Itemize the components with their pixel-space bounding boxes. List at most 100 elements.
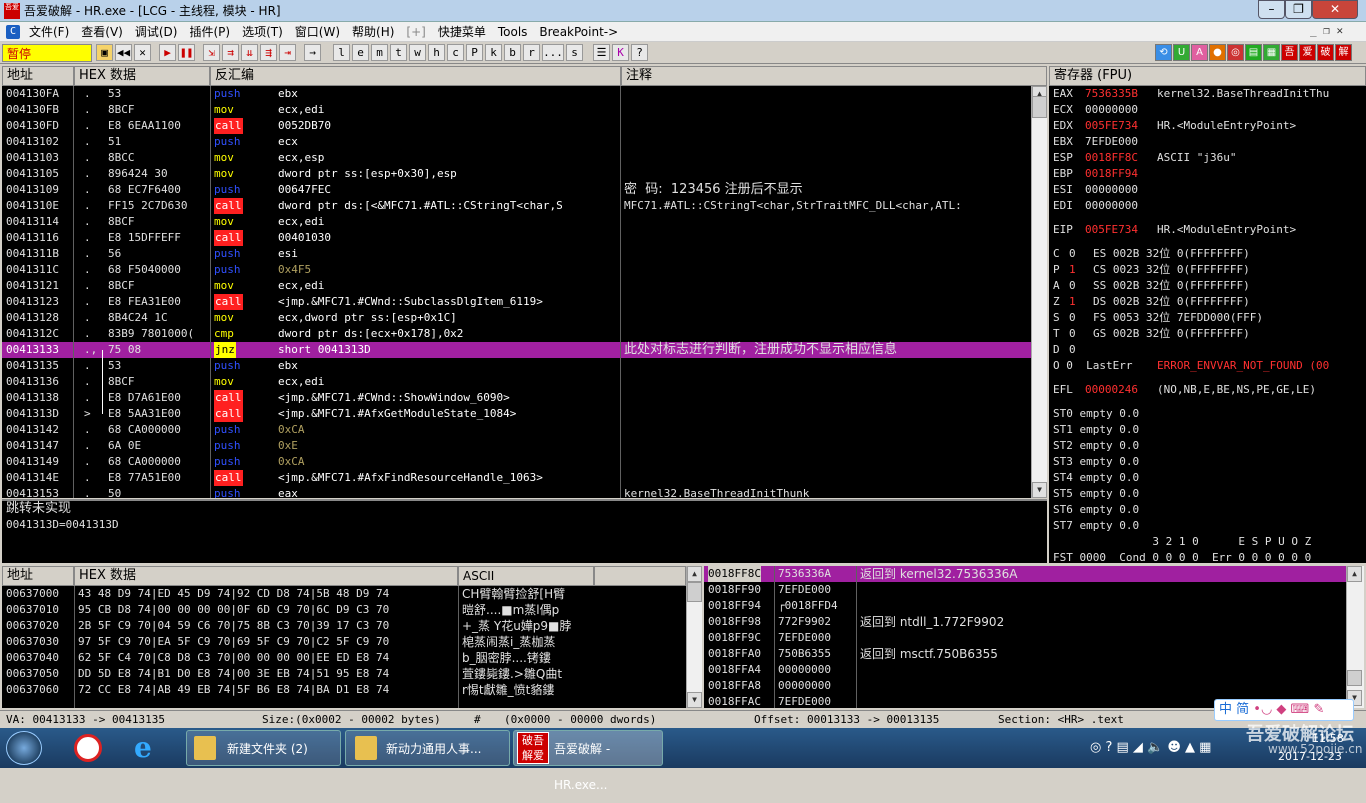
dump-scroll-up-icon[interactable]: ▲ [687,566,702,582]
maximize-button[interactable]: ❐ [1285,0,1312,19]
dump-header-ascii[interactable]: ASCII [458,566,594,586]
disasm-row[interactable]: 004130FD. E8 6EAA1100 call 0052DB70 [2,118,1031,134]
plugin-wu-button[interactable]: 吾 [1281,44,1298,61]
disasm-row[interactable]: 0041313D > E8 5AA31E00 call <jmp.&MFC71.#Afx… [2,406,1031,422]
goto-icon[interactable]: → [304,44,321,61]
disasm-row[interactable]: 0041311C. 68 F5040000 push 0x4F5 [2,262,1031,278]
fpu-st-row[interactable]: ST0 empty 0.0 [1049,406,1366,422]
fpu-st-row[interactable]: ST6 empty 0.0 [1049,502,1366,518]
flag-row[interactable]: C 0 ES 002B 32位 0(FFFFFFFF) [1049,246,1366,262]
plugin-jie-button[interactable]: 解 [1335,44,1352,61]
stack-row[interactable]: 0018FF8C 7536336A 返回到 kernel32.7536336A [704,566,1346,582]
dump-scrollbar[interactable]: ▲ ▼ [686,566,702,708]
disasm-row[interactable]: 0041314E. E8 77A51E00 call <jmp.&MFC71.#Afx… [2,470,1031,486]
menu-window[interactable]: 窗口(W) [289,23,346,40]
view-e-button[interactable]: e [352,44,369,61]
dump-row[interactable]: 00637050 DD 5D E8 74|B1 D0 E8 74|00 3E EB… [2,666,686,682]
plugin-po-button[interactable]: 破 [1317,44,1334,61]
disasm-row[interactable]: 0041310E. FF15 2C7D630 call dword ptr ds:[<… [2,198,1031,214]
disasm-row[interactable]: 00413128. 8B4C24 1C mov ecx,dword ptr ss:[e… [2,310,1031,326]
dump-row[interactable]: 00637030 97 5F C9 70|EA 5F C9 70|69 5F C9… [2,634,686,650]
ie-icon[interactable]: e [134,732,166,764]
fpu-st-row[interactable]: ST1 empty 0.0 [1049,422,1366,438]
view-t-button[interactable]: t [390,44,407,61]
flag-row[interactable]: Z 1 DS 002B 32位 0(FFFFFFFF) [1049,294,1366,310]
dump-row[interactable]: 00637010 95 CB D8 74|00 00 00 00|0F 6D C9… [2,602,686,618]
disassembly-pane[interactable]: 004130FA. 53 push ebx 004130FB. 8BCF mov ecx,ed… [2,86,1031,498]
fpu-st-row[interactable]: ST7 empty 0.0 [1049,518,1366,534]
flag-row[interactable]: P 1 CS 0023 32位 0(FFFFFFFF) [1049,262,1366,278]
menu-breakpoint[interactable]: BreakPoint-> [533,25,624,39]
disasm-row[interactable]: 00413121. 8BCF mov ecx,edi [2,278,1031,294]
stack-scroll-up-icon[interactable]: ▲ [1347,566,1362,582]
registers-pane[interactable]: EAX 7536335B kernel32.BaseThreadInitThu ECX… [1049,86,1366,563]
dump-pane[interactable]: 00637000 43 48 D9 74|ED 45 D9 74|92 CD D8… [2,586,686,708]
registers-header[interactable]: 寄存器 (FPU) [1049,66,1366,86]
disassembly-scrollbar[interactable]: ▲ ▼ [1031,86,1047,498]
disasm-row[interactable]: 004130FA. 53 push ebx [2,86,1031,102]
disasm-row[interactable]: 004130FB. 8BCF mov ecx,edi [2,102,1031,118]
view-s-button[interactable]: s [566,44,583,61]
close-button[interactable]: ✕ [1312,0,1358,19]
flag-value[interactable]: 0 [1069,342,1076,358]
stack-row[interactable]: 0018FF98 772F9902 返回到 ntdll_1.772F9902 [704,614,1346,630]
stack-scrollbar[interactable]: ▲ ▼ [1346,566,1364,708]
flag-row[interactable]: D0 [1049,342,1366,358]
disasm-row[interactable]: 00413133., 75 08 jnz short 0041313D 此处对标志进行判… [2,342,1031,358]
minimize-button[interactable]: – [1258,0,1285,19]
register-row[interactable]: EDX 005FE734 HR.<ModuleEntryPoint> [1049,118,1366,134]
register-row[interactable]: EDI 00000000 [1049,198,1366,214]
view-c-button[interactable]: c [447,44,464,61]
register-value[interactable]: 00000000 [1085,182,1138,198]
step-into-icon[interactable]: ⇲ [203,44,220,61]
menu-expand[interactable]: [+] [400,25,431,39]
grid-icon[interactable]: ▦ [1263,44,1280,61]
close-icon[interactable]: ✕ [134,44,151,61]
flag-value[interactable]: 0 [1069,326,1076,342]
register-value[interactable]: 0018FF8C [1085,150,1138,166]
target-icon[interactable]: ◎ [1227,44,1244,61]
scroll-thumb[interactable] [1032,96,1047,118]
dump-row[interactable]: 00637000 43 48 D9 74|ED 45 D9 74|92 CD D8… [2,586,686,602]
disasm-row[interactable]: 00413138. E8 D7A61E00 call <jmp.&MFC71.#CWn… [2,390,1031,406]
view-b-button[interactable]: b [504,44,521,61]
col-header-disasm[interactable]: 反汇编 [210,66,621,86]
disasm-row[interactable]: 00413103. 8BCC mov ecx,esp [2,150,1031,166]
stack-pane[interactable]: 0018FF8C 7536336A 返回到 kernel32.7536336A 001… [704,566,1346,708]
child-window-controls[interactable]: _ ❐ ✕ [1310,24,1343,37]
view-more-button[interactable]: ... [542,44,564,61]
disasm-row[interactable]: 0041312C. 83B9 7801000(cmp dword ptr ds:[e… [2,326,1031,342]
flag-value[interactable]: 0 [1069,278,1076,294]
record-icon[interactable]: ● [1209,44,1226,61]
fpu-st-row[interactable]: ST3 empty 0.0 [1049,454,1366,470]
scroll-down-icon[interactable]: ▼ [1032,482,1047,498]
rewind-icon[interactable]: ◀◀ [115,44,132,61]
view-w-button[interactable]: w [409,44,426,61]
register-row[interactable]: EBX 7EFDE000 [1049,134,1366,150]
view-r-button[interactable]: r [523,44,540,61]
flag-row[interactable]: A 0 SS 002B 32位 0(FFFFFFFF) [1049,278,1366,294]
view-p-button[interactable]: P [466,44,483,61]
disasm-row[interactable]: 00413114. 8BCF mov ecx,edi [2,214,1031,230]
dump-row[interactable]: 00637040 62 5F C4 70|C8 D8 C3 70|00 00 00… [2,650,686,666]
disasm-row[interactable]: 00413105. 896424 30 mov dword ptr ss:[esp+0… [2,166,1031,182]
execute-till-return-icon[interactable]: ⇥ [279,44,296,61]
register-row[interactable]: EBP 0018FF94 [1049,166,1366,182]
disasm-row[interactable]: 00413135. 53 push ebx [2,358,1031,374]
open-icon[interactable]: ▣ [96,44,113,61]
flag-value[interactable]: 0 [1069,310,1076,326]
register-value[interactable]: 005FE734 [1085,222,1138,238]
dump-scroll-down-icon[interactable]: ▼ [687,692,702,708]
menu-options[interactable]: 选项(T) [236,23,289,40]
flag-value[interactable]: 1 [1069,262,1076,278]
disasm-row[interactable]: 0041311B. 56 push esi [2,246,1031,262]
register-value[interactable]: 005FE734 [1085,118,1138,134]
stack-row[interactable]: 0018FF9C 7EFDE000 [704,630,1346,646]
dump-header-hex[interactable]: HEX 数据 [74,566,458,586]
a-icon[interactable]: A [1191,44,1208,61]
disasm-row[interactable]: 00413102. 51 push ecx [2,134,1031,150]
run-icon[interactable]: ▶ [159,44,176,61]
dump-row[interactable]: 00637060 72 CC E8 74|AB 49 EB 74|5F B6 E8… [2,682,686,698]
menu-tools[interactable]: Tools [492,25,534,39]
dump-row[interactable]: 00637020 2B 5F C9 70|04 59 C6 70|75 8B C3… [2,618,686,634]
